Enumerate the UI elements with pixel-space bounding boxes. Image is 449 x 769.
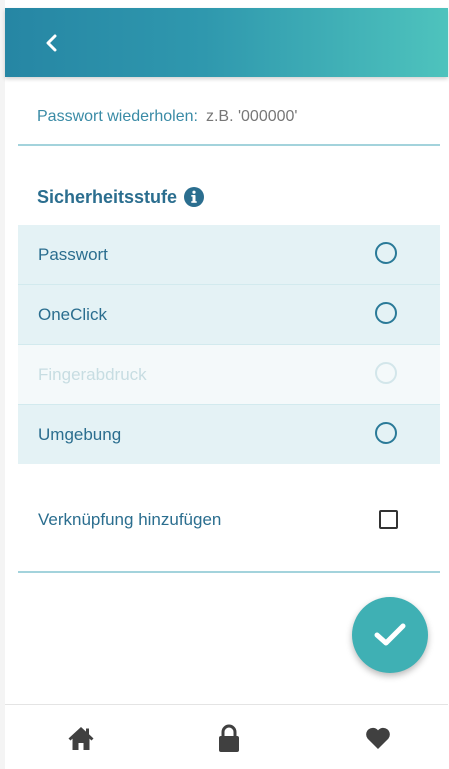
option-oneclick[interactable]: OneClick — [18, 284, 440, 344]
lock-icon — [219, 724, 239, 752]
back-button[interactable] — [37, 28, 67, 58]
chevron-left-icon — [46, 34, 57, 52]
heart-icon — [366, 727, 390, 749]
bottom-navigation — [5, 704, 448, 769]
add-shortcut-label: Verknüpfung hinzufügen — [38, 510, 222, 529]
security-level-options: Passwort OneClick Fingerabdruck Umgebung — [18, 225, 440, 464]
option-passwort[interactable]: Passwort — [18, 225, 440, 284]
nav-home[interactable] — [65, 723, 97, 753]
radio-button[interactable] — [375, 302, 397, 324]
password-repeat-input[interactable] — [205, 108, 406, 126]
radio-button[interactable] — [375, 422, 397, 444]
password-repeat-label: Passwort wiederholen: — [37, 108, 198, 125]
nav-lock[interactable] — [213, 723, 245, 753]
frame-edge — [0, 0, 5, 769]
security-level-title-text: Sicherheitsstufe — [37, 186, 178, 207]
check-icon — [374, 623, 406, 646]
radio-button — [375, 362, 397, 384]
option-label: Umgebung — [38, 424, 122, 444]
info-icon[interactable] — [184, 187, 205, 207]
add-shortcut-row[interactable]: Verknüpfung hinzufügen — [18, 500, 440, 540]
nav-favorites[interactable] — [362, 723, 394, 753]
option-label: OneClick — [38, 304, 107, 324]
option-umgebung[interactable]: Umgebung — [18, 404, 440, 464]
option-fingerabdruck: Fingerabdruck — [18, 344, 440, 404]
option-label: Fingerabdruck — [38, 364, 147, 384]
app-header — [5, 8, 448, 77]
password-repeat-row[interactable]: Passwort wiederholen: — [37, 104, 437, 130]
shortcut-divider — [18, 571, 440, 573]
security-level-title: Sicherheitsstufe — [37, 184, 205, 210]
option-label: Passwort — [38, 244, 108, 264]
radio-button[interactable] — [375, 242, 397, 264]
add-shortcut-checkbox[interactable] — [379, 510, 398, 529]
app-screen: Passwort wiederholen: Sicherheitsstufe P… — [0, 0, 449, 769]
home-icon — [68, 727, 94, 750]
confirm-button[interactable] — [352, 597, 428, 673]
password-divider — [18, 144, 440, 146]
